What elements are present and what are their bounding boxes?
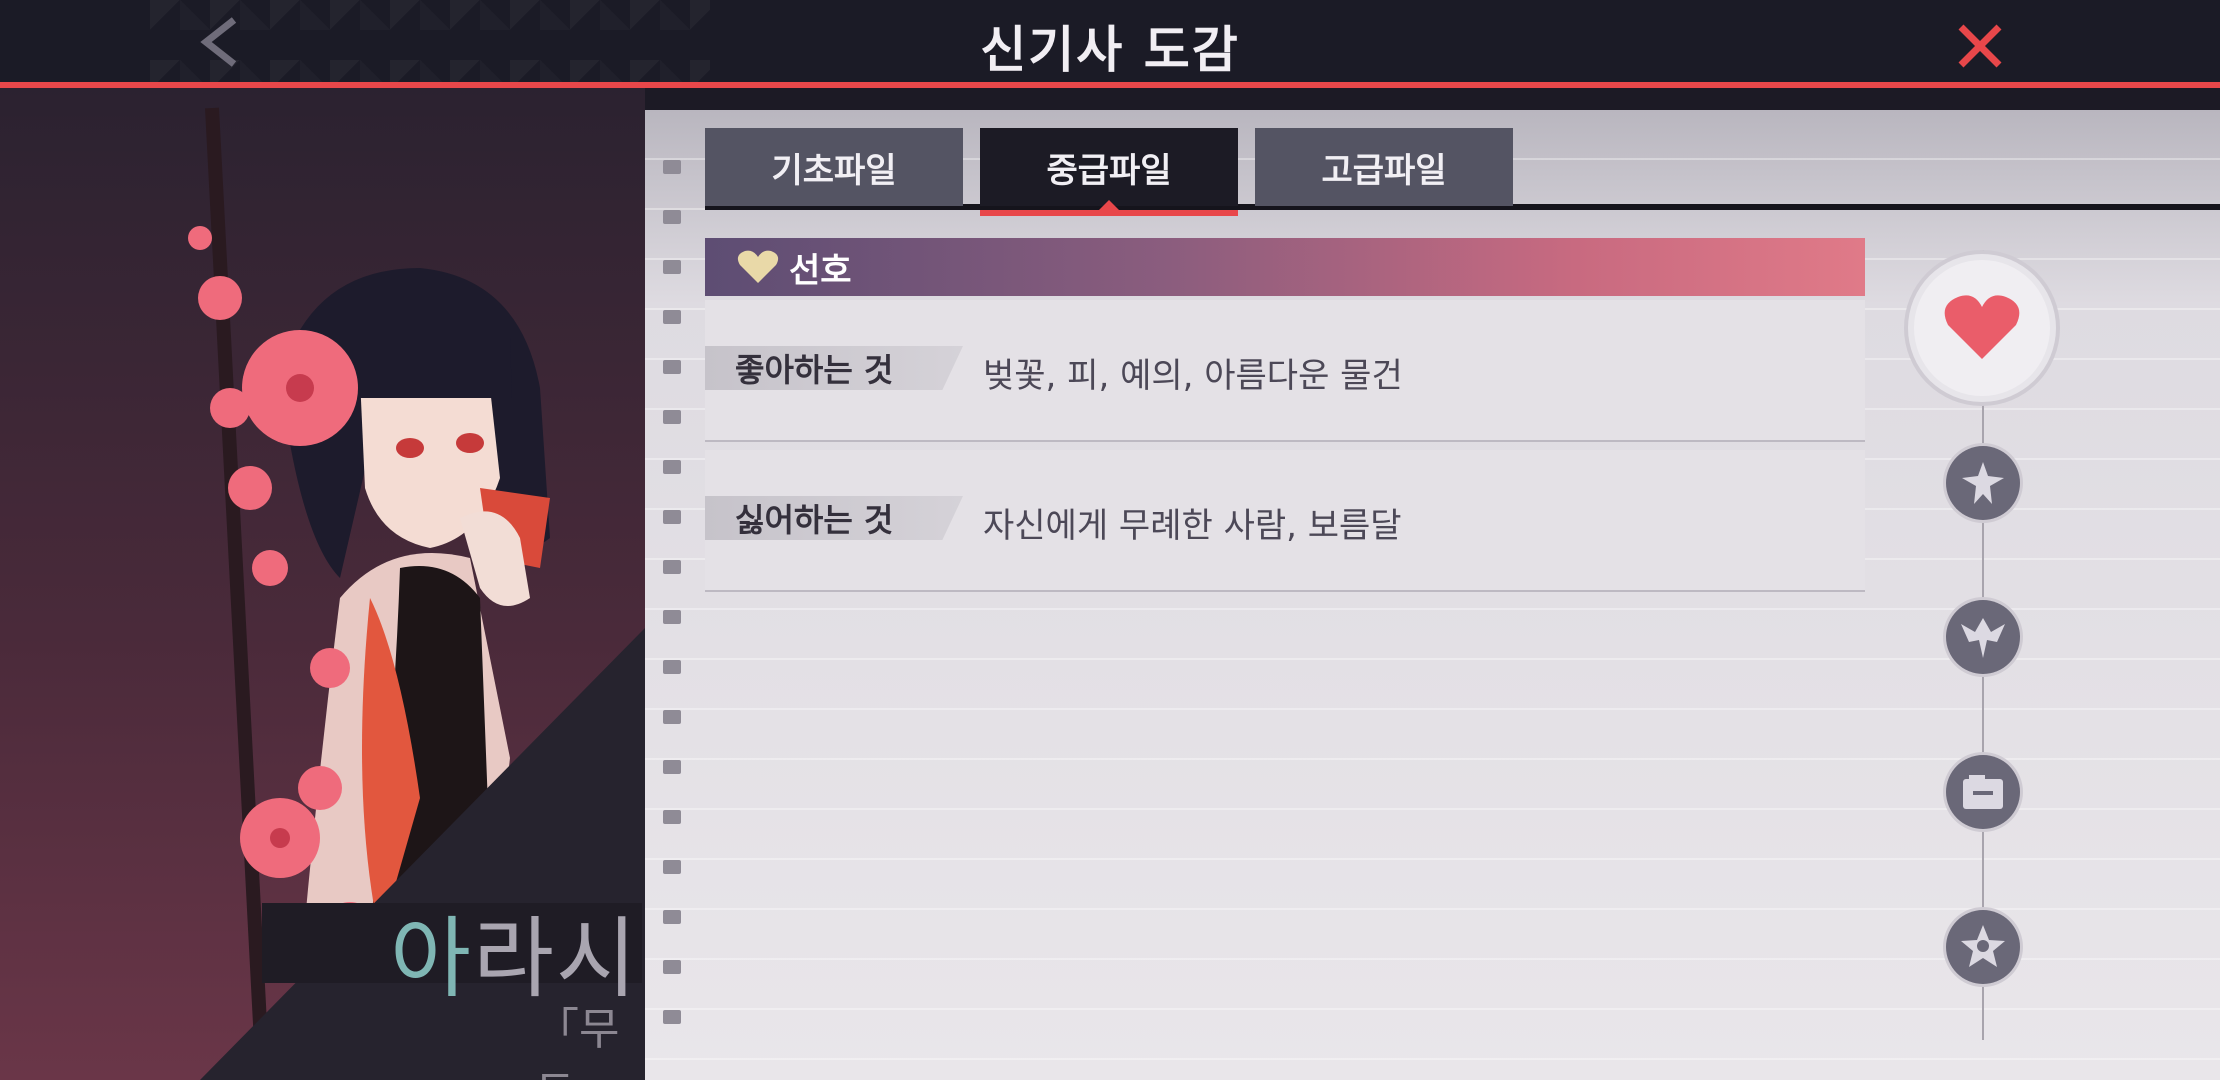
heart-icon [737,249,779,285]
likes-tag: 좋아하는 것 [705,346,963,390]
tab-basic-file[interactable]: 기초파일 [705,128,963,206]
dislikes-value: 자신에게 무례한 사람, 보름달 [983,506,1402,546]
heart-icon [1944,295,2020,359]
nav-star-badge-button[interactable] [1946,910,2020,984]
likes-value: 벚꽃, 피, 예의, 아름다운 물건 [983,356,1403,396]
binder-holes [663,160,681,1060]
star-badge-icon [1961,925,2005,967]
likes-row: 좋아하는 것 벚꽃, 피, 예의, 아름다운 물건 [705,300,1865,442]
page-title: 신기사 도감 [980,21,1240,79]
nav-wings-emblem-button[interactable] [1946,600,2020,674]
preference-section-header: 선호 [705,238,1865,296]
section-title: 선호 [789,250,852,291]
wings-emblem-icon [1961,618,2005,658]
dislikes-tag: 싫어하는 것 [705,496,963,540]
nav-folder-button[interactable] [1946,755,2020,829]
dislikes-row: 싫어하는 것 자신에게 무례한 사람, 보름달 [705,450,1865,592]
tab-advanced-file[interactable]: 고급파일 [1255,128,1513,206]
character-portrait-panel: 아라시 「무두」 [0,88,645,1080]
sword-emblem-icon [1962,462,2004,504]
close-button[interactable] [1952,18,2008,74]
nav-sword-emblem-button[interactable] [1946,446,2020,520]
character-name-first: 아 [390,907,473,1010]
tab-intermediate-file[interactable]: 중급파일 [980,128,1238,216]
character-subtitle: 「무두」 [535,1004,620,1080]
close-icon [1958,24,2002,68]
folder-icon [1963,775,2003,809]
top-bar: 신기사 도감 [0,0,2220,88]
blossom-decoration [188,226,376,954]
nav-heart-button[interactable] [1914,260,2050,396]
